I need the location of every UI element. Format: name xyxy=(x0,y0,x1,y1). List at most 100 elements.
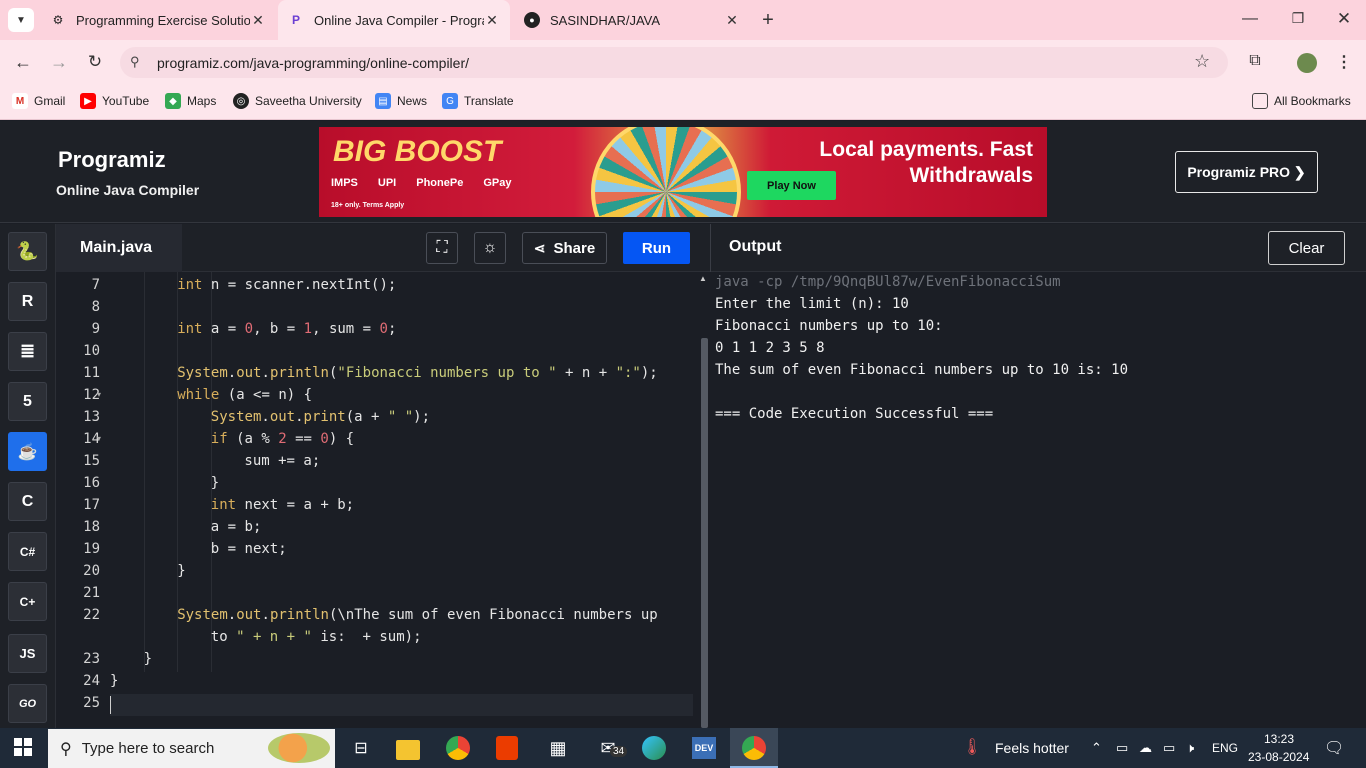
lang-go-button[interactable]: GO xyxy=(8,684,47,723)
line-number: 20 xyxy=(83,563,100,579)
code-line[interactable]: int a = 0, b = 1, sum = 0; xyxy=(177,321,396,337)
browser-menu-icon[interactable]: ⋮ xyxy=(1336,52,1352,74)
bookmark-translate[interactable]: G Translate xyxy=(442,92,514,110)
lang-csharp-button[interactable]: C# xyxy=(8,532,47,571)
devcpp-icon[interactable]: DEV xyxy=(692,737,716,759)
code-line[interactable]: if (a % 2 == 0) { xyxy=(211,431,354,447)
office-icon[interactable] xyxy=(496,736,518,760)
url-text[interactable]: programiz.com/java-programming/online-co… xyxy=(157,55,469,71)
chrome-icon[interactable] xyxy=(446,736,470,760)
mail-icon[interactable]: ✉ 34 xyxy=(594,734,628,762)
code-editor[interactable]: ▲ 7 int n = scanner.nextInt(); 8 9 int a = 0… xyxy=(56,272,711,728)
new-tab-button[interactable]: + xyxy=(758,8,778,32)
code-line[interactable]: int n = scanner.nextInt(); xyxy=(177,277,396,293)
line-number: 16 xyxy=(83,475,100,491)
line-number: 14 xyxy=(83,431,100,447)
browser-tab-3[interactable]: ● SASINDHAR/JAVA ✕ xyxy=(514,0,750,40)
active-chrome-taskbar-button[interactable] xyxy=(730,728,778,768)
run-button[interactable]: Run xyxy=(623,232,690,264)
reload-button[interactable]: ↻ xyxy=(84,52,106,74)
minimize-button[interactable]: — xyxy=(1240,10,1260,30)
clock-time[interactable]: 13:23 xyxy=(1264,732,1294,746)
browser-tab-2[interactable]: P Online Java Compiler - Program ✕ xyxy=(278,0,510,40)
code-line[interactable]: b = next; xyxy=(211,541,287,557)
edge-icon[interactable] xyxy=(642,736,666,760)
r-icon: R xyxy=(21,292,34,310)
bookmark-gmail[interactable]: M Gmail xyxy=(12,92,65,110)
tray-overflow-icon[interactable]: ⌃ xyxy=(1091,740,1102,756)
fold-arrow-icon[interactable]: ▾ xyxy=(97,390,101,399)
code-line[interactable]: int next = a + b; xyxy=(211,497,354,513)
editor-scrollbar[interactable] xyxy=(701,338,708,728)
bookmark-news[interactable]: ▤ News xyxy=(375,92,427,110)
code-line[interactable]: } xyxy=(110,673,118,689)
lang-javascript-button[interactable]: JS xyxy=(8,634,47,673)
bookmark-saveetha[interactable]: ◎ Saveetha University xyxy=(233,92,362,110)
bookmark-youtube[interactable]: ▶ YouTube xyxy=(80,92,149,110)
share-button[interactable]: ⋖ Share xyxy=(522,232,607,264)
code-line[interactable]: a = b; xyxy=(211,519,262,535)
extensions-icon[interactable]: ⧉ xyxy=(1244,52,1266,74)
windows-start-button[interactable] xyxy=(14,738,32,756)
code-line[interactable]: } xyxy=(177,563,185,579)
back-button[interactable]: ← xyxy=(12,52,34,74)
code-line[interactable]: System.out.print(a + " "); xyxy=(211,409,430,425)
code-line[interactable]: sum += a; xyxy=(244,453,320,469)
ad-play-now-button[interactable]: Play Now xyxy=(747,171,836,200)
lang-html-button[interactable]: 5 xyxy=(8,382,47,421)
code-line[interactable]: System.out.println("Fibonacci numbers up… xyxy=(177,365,658,381)
browser-tab-1[interactable]: ⚙ Programming Exercise Solution ✕ xyxy=(40,0,276,40)
clock-date[interactable]: 23-08-2024 xyxy=(1248,750,1309,764)
lang-sql-button[interactable]: ≣ xyxy=(8,332,47,371)
forward-button[interactable]: → xyxy=(48,52,70,74)
clear-button[interactable]: Clear xyxy=(1268,231,1345,265)
tab-search-button[interactable]: ▼ xyxy=(8,8,34,32)
task-view-icon[interactable]: ⊟ xyxy=(347,734,375,762)
code-line[interactable]: } xyxy=(211,475,219,491)
output-heading: Output xyxy=(729,238,782,255)
code-line[interactable]: while (a <= n) { xyxy=(177,387,312,403)
close-window-button[interactable]: ✕ xyxy=(1334,9,1354,29)
close-tab-icon[interactable]: ✕ xyxy=(484,12,500,29)
youtube-icon: ▶ xyxy=(80,93,96,109)
profile-avatar[interactable] xyxy=(1297,53,1317,73)
close-tab-icon[interactable]: ✕ xyxy=(724,12,740,29)
lang-python-button[interactable]: 🐍 xyxy=(8,232,47,271)
fullscreen-button[interactable]: ⛶ xyxy=(426,232,458,264)
line-number: 13 xyxy=(83,409,100,425)
input-language[interactable]: ENG xyxy=(1212,741,1238,755)
fold-arrow-icon[interactable]: ▾ xyxy=(97,434,101,443)
advertisement-banner[interactable]: BIG BOOST IMPS UPI PhonePe GPay 18+ only… xyxy=(319,127,1047,217)
weather-text[interactable]: Feels hotter xyxy=(995,740,1069,756)
line-number: 23 xyxy=(83,651,100,667)
bookmark-maps[interactable]: ◆ Maps xyxy=(165,92,216,110)
network-icon[interactable]: ☁ xyxy=(1139,740,1152,756)
file-tab-main-java[interactable]: Main.java xyxy=(56,224,182,272)
weather-icon[interactable]: 🌡 xyxy=(962,737,982,757)
programiz-pro-button[interactable]: Programiz PRO ❯ xyxy=(1175,151,1318,193)
programiz-logo[interactable]: Programiz xyxy=(58,147,166,173)
lang-r-button[interactable]: R xyxy=(8,282,47,321)
restore-button[interactable]: ❐ xyxy=(1288,10,1308,30)
scroll-up-arrow[interactable]: ▲ xyxy=(699,274,707,283)
volume-muted-icon[interactable]: 🕨 xyxy=(1186,740,1194,756)
omnibox[interactable]: ⚲ programiz.com/java-programming/online-… xyxy=(120,47,1228,78)
output-command: java -cp /tmp/9QnqBUl87w/EvenFibonacciSu… xyxy=(715,274,1061,290)
all-bookmarks[interactable]: All Bookmarks xyxy=(1252,92,1351,110)
theme-toggle-button[interactable]: ☼ xyxy=(474,232,506,264)
code-line[interactable]: } xyxy=(144,651,152,667)
code-line[interactable]: System.out.println(\nThe sum of even Fib… xyxy=(177,607,658,623)
file-explorer-icon[interactable] xyxy=(396,740,420,760)
taskbar-search-box[interactable]: ⚲ Type here to search xyxy=(48,729,335,768)
store-icon[interactable]: ▦ xyxy=(544,734,572,762)
lang-c-button[interactable]: C xyxy=(8,482,47,521)
lang-java-button[interactable]: ☕ xyxy=(8,432,47,471)
battery-icon[interactable]: ▭ xyxy=(1163,740,1175,756)
close-tab-icon[interactable]: ✕ xyxy=(250,12,266,29)
site-info-icon[interactable]: ⚲ xyxy=(130,54,140,70)
notifications-icon[interactable]: 🗨 xyxy=(1324,738,1344,758)
lang-cpp-button[interactable]: C+ xyxy=(8,582,47,621)
meet-now-icon[interactable]: ▭ xyxy=(1116,740,1128,756)
bookmark-star-icon[interactable]: ☆ xyxy=(1194,51,1210,72)
code-line[interactable]: to " + n + " is: + sum); xyxy=(211,629,422,645)
